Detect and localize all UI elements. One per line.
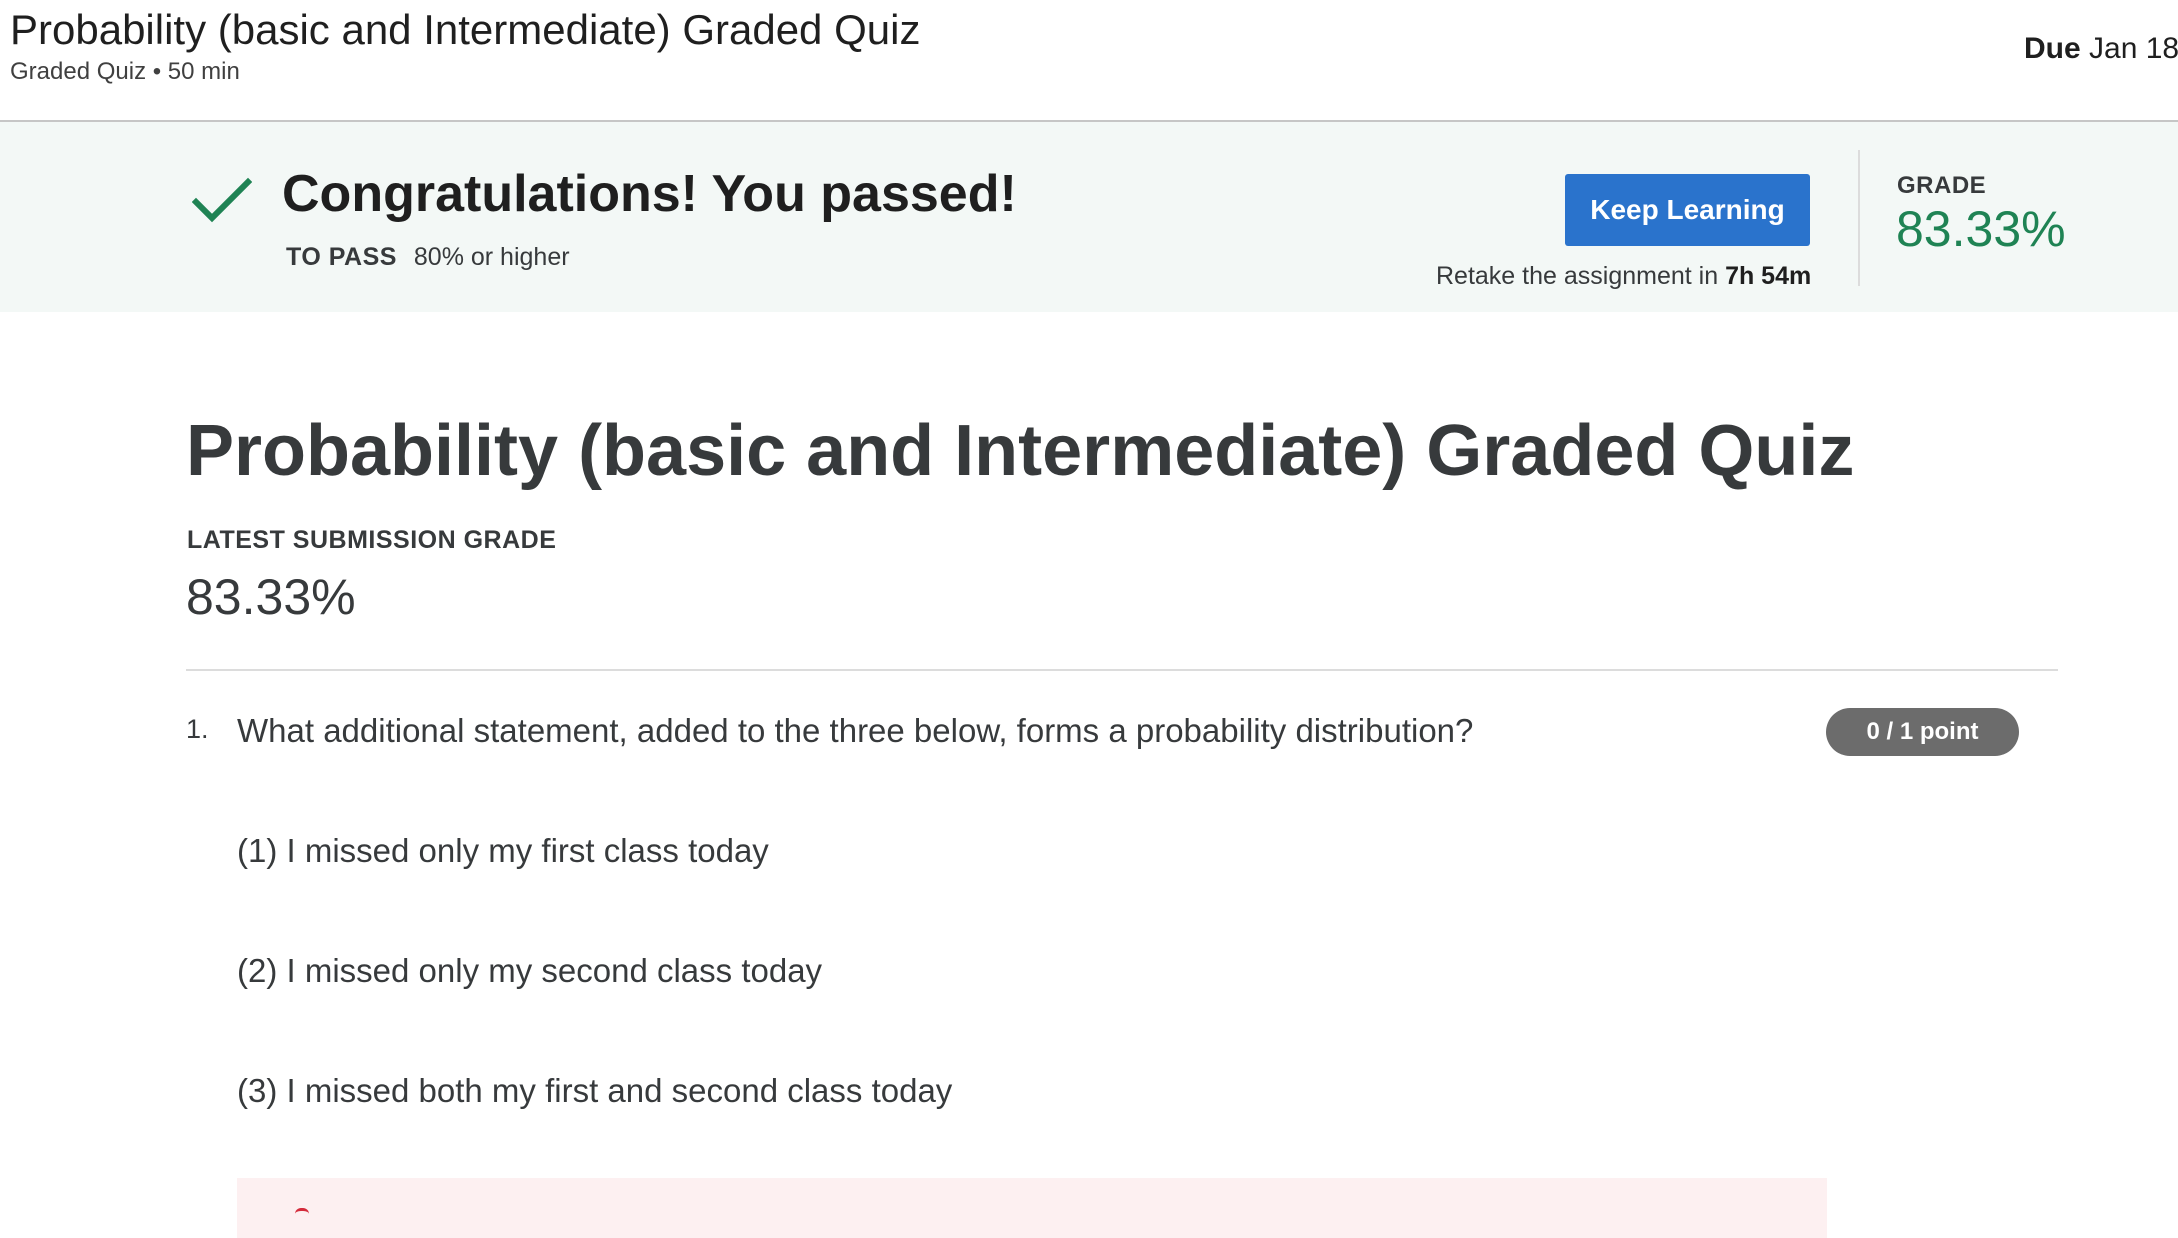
pass-message: Congratulations! You passed!	[282, 165, 1017, 223]
header-title: Probability (basic and Intermediate) Gra…	[10, 6, 921, 53]
to-pass-label: TO PASS	[286, 243, 397, 271]
points-badge: 0 / 1 point	[1826, 708, 2019, 756]
statement-2: (2) I missed only my second class today	[237, 952, 823, 989]
latest-grade-label: LATEST SUBMISSION GRADE	[187, 526, 557, 554]
due-value: Jan 18,	[2089, 32, 2178, 65]
question-text: What additional statement, added to the …	[237, 712, 1474, 749]
latest-grade-value: 83.33%	[186, 569, 356, 625]
top-header: Probability (basic and Intermediate) Gra…	[0, 0, 2178, 122]
to-pass-value: 80% or higher	[413, 243, 570, 271]
page-title: Probability (basic and Intermediate) Gra…	[186, 411, 1855, 491]
due-label: Due	[2024, 32, 2081, 65]
section-divider	[186, 669, 2058, 671]
banner-divider	[1858, 150, 1860, 286]
header-meta: Graded Quiz • 50 min	[10, 58, 240, 85]
statement-1: (1) I missed only my first class today	[237, 832, 769, 869]
grade-value: 83.33%	[1896, 201, 2066, 257]
to-pass-info: TO PASS 80% or higher	[286, 243, 570, 272]
retake-info: Retake the assignment in 7h 54m	[1436, 262, 1811, 291]
keep-learning-button[interactable]: Keep Learning	[1565, 174, 1810, 246]
statement-3: (3) I missed both my first and second cl…	[237, 1072, 953, 1109]
due-date: Due Jan 18,	[2024, 32, 2178, 66]
retake-text: Retake the assignment in	[1436, 262, 1719, 290]
incorrect-feedback-box	[237, 1178, 1827, 1238]
incorrect-icon	[295, 1208, 309, 1216]
grade-label: GRADE	[1897, 172, 1987, 199]
retake-time: 7h 54m	[1725, 262, 1812, 290]
question-number: 1.	[186, 714, 209, 744]
checkmark-icon	[192, 177, 252, 223]
